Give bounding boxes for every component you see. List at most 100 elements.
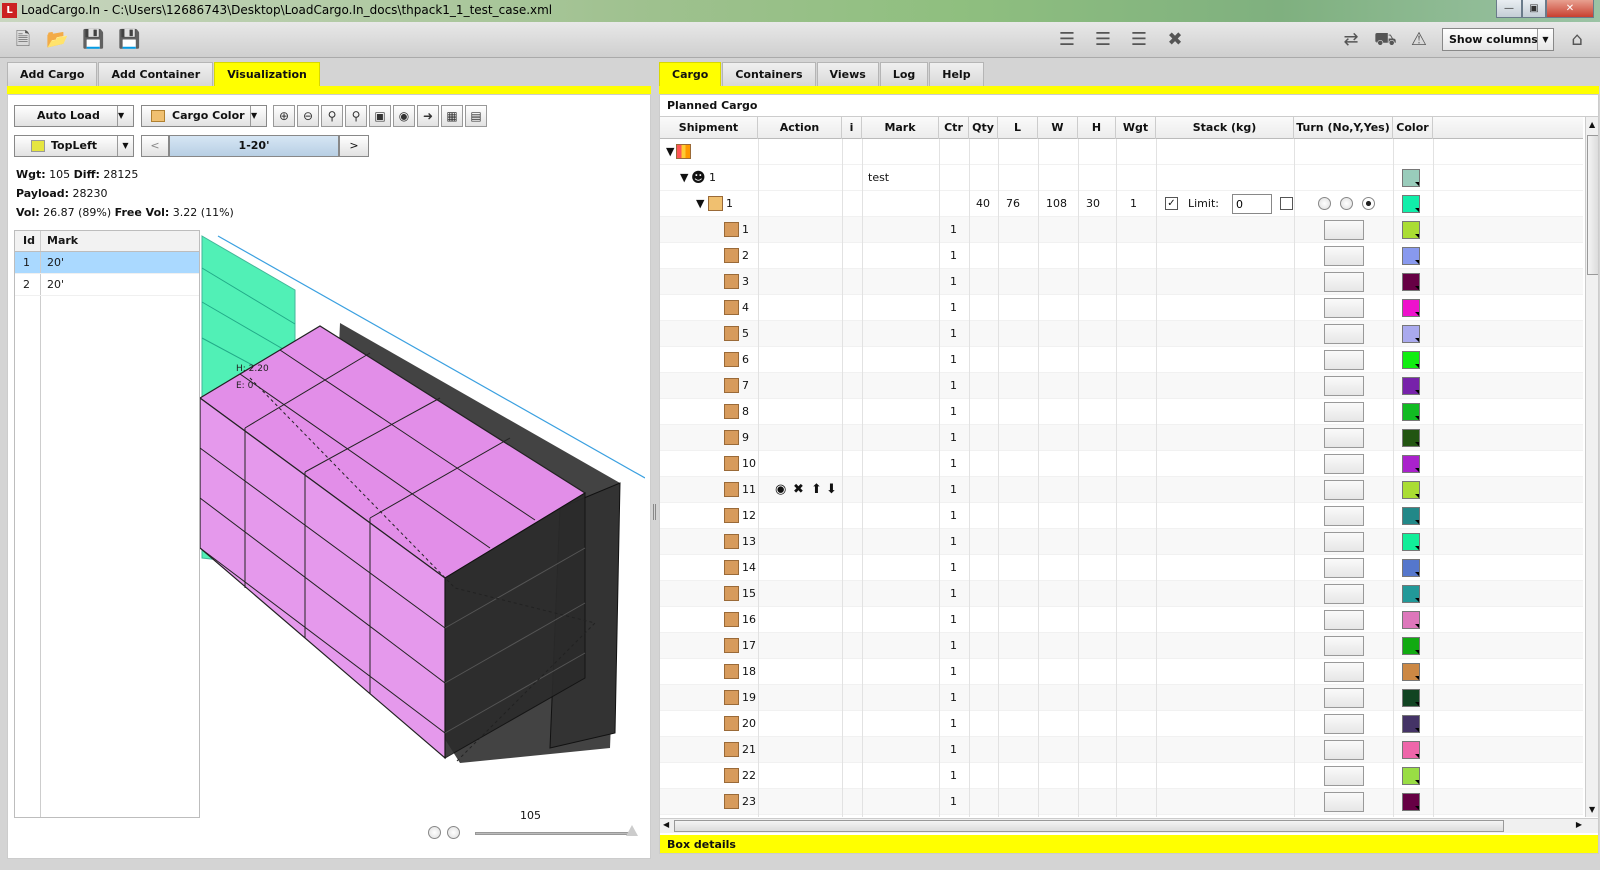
- table-row[interactable]: 16 1: [660, 607, 1583, 633]
- table-row[interactable]: 23 1: [660, 789, 1583, 815]
- tab-help[interactable]: Help: [929, 62, 984, 86]
- view-radio-2[interactable]: [447, 826, 460, 839]
- calculator-icon[interactable]: ▦: [441, 105, 463, 127]
- table-row[interactable]: 41: [660, 295, 1583, 321]
- table-row[interactable]: 10 1: [660, 451, 1583, 477]
- table-row[interactable]: 18 1: [660, 659, 1583, 685]
- turn-radio-y[interactable]: [1340, 197, 1353, 210]
- turn-button[interactable]: [1324, 610, 1364, 630]
- camera-icon[interactable]: ◉: [393, 105, 415, 127]
- turn-button[interactable]: [1324, 688, 1364, 708]
- slider-thumb[interactable]: [626, 825, 638, 836]
- header-w[interactable]: W: [1038, 117, 1078, 139]
- close-button[interactable]: ✕: [1546, 0, 1594, 18]
- auto-load-button[interactable]: Auto Load ▼: [14, 105, 134, 127]
- load-3d-view[interactable]: H: 2.20 E: 0: [190, 228, 645, 788]
- color-swatch[interactable]: [1402, 767, 1420, 785]
- turn-button[interactable]: [1324, 298, 1364, 318]
- next-container-button[interactable]: >: [339, 135, 369, 157]
- zoom-in-icon[interactable]: ⊕: [273, 105, 295, 127]
- table-row[interactable]: 71: [660, 373, 1583, 399]
- image-icon[interactable]: ▣: [369, 105, 391, 127]
- table-row[interactable]: 11 ◉ ✖ ⬆ ⬇ 1: [660, 477, 1583, 503]
- header-ctr[interactable]: Ctr: [939, 117, 969, 139]
- table-row[interactable]: 11: [660, 217, 1583, 243]
- color-swatch[interactable]: [1402, 221, 1420, 239]
- zoom-slider[interactable]: [475, 825, 638, 836]
- turn-button[interactable]: [1324, 740, 1364, 760]
- scroll-thumb[interactable]: [674, 820, 1504, 832]
- turn-button[interactable]: [1324, 376, 1364, 396]
- view-select[interactable]: TopLeft ▼: [14, 135, 134, 157]
- tab-visualization[interactable]: Visualization: [214, 62, 320, 86]
- tab-containers[interactable]: Containers: [722, 62, 816, 86]
- header-qty[interactable]: Qty: [969, 117, 998, 139]
- turn-button[interactable]: [1324, 792, 1364, 812]
- table-row[interactable]: ▼: [660, 139, 1583, 165]
- save-icon[interactable]: 💾: [82, 29, 104, 51]
- color-swatch[interactable]: [1402, 247, 1420, 265]
- box-details-bar[interactable]: Box details: [660, 835, 1598, 853]
- color-swatch[interactable]: [1402, 481, 1420, 499]
- minimize-button[interactable]: —: [1496, 0, 1522, 18]
- prev-container-button[interactable]: <: [141, 135, 169, 157]
- color-swatch[interactable]: [1402, 533, 1420, 551]
- table-row[interactable]: ▼ ☻ 1 test: [660, 165, 1583, 191]
- header-shipment[interactable]: Shipment: [660, 117, 758, 139]
- table-row[interactable]: 91: [660, 425, 1583, 451]
- color-swatch[interactable]: [1402, 299, 1420, 317]
- zoom-fit-icon[interactable]: ⚲: [321, 105, 343, 127]
- view-radio-1[interactable]: [428, 826, 441, 839]
- tab-add-cargo[interactable]: Add Cargo: [7, 62, 98, 86]
- color-swatch[interactable]: [1402, 403, 1420, 421]
- vertical-scrollbar[interactable]: ▲ ▼: [1585, 117, 1598, 817]
- tab-log[interactable]: Log: [879, 62, 929, 86]
- layout-icon[interactable]: ▤: [465, 105, 487, 127]
- color-swatch[interactable]: [1402, 611, 1420, 629]
- table-row[interactable]: ▼ 1 40 76 108 30 1 ✓ Limit:: [660, 191, 1583, 217]
- table-row[interactable]: 21 1: [660, 737, 1583, 763]
- map-pin-icon[interactable]: ⚲: [345, 105, 367, 127]
- scroll-left-icon[interactable]: ◀: [663, 820, 669, 829]
- table-row[interactable]: 15 1: [660, 581, 1583, 607]
- color-swatch[interactable]: [1402, 741, 1420, 759]
- color-swatch[interactable]: [1402, 195, 1420, 213]
- turn-button[interactable]: [1324, 324, 1364, 344]
- table-row[interactable]: 1 20': [15, 252, 199, 274]
- color-swatch[interactable]: [1402, 507, 1420, 525]
- truck-icon[interactable]: ⛟: [1374, 29, 1397, 51]
- color-swatch[interactable]: [1402, 377, 1420, 395]
- header-turn[interactable]: Turn (No,Y,Yes): [1294, 117, 1393, 139]
- maximize-button[interactable]: ▣: [1522, 0, 1546, 18]
- table-row[interactable]: 51: [660, 321, 1583, 347]
- show-columns-button[interactable]: Show columns ▼: [1442, 28, 1554, 51]
- cargo-color-button[interactable]: Cargo Color ▼: [141, 105, 267, 127]
- color-swatch[interactable]: [1402, 325, 1420, 343]
- table-row[interactable]: 13 1: [660, 529, 1583, 555]
- list-bullets-icon[interactable]: ☰: [1128, 29, 1150, 51]
- color-swatch[interactable]: [1402, 559, 1420, 577]
- color-swatch[interactable]: [1402, 429, 1420, 447]
- chevron-down-icon[interactable]: ▼: [117, 106, 133, 126]
- table-row[interactable]: 21: [660, 243, 1583, 269]
- chevron-down-icon[interactable]: ▼: [250, 106, 266, 126]
- zoom-out-icon[interactable]: ⊖: [297, 105, 319, 127]
- color-swatch[interactable]: [1402, 793, 1420, 811]
- list-detail-icon[interactable]: ☰: [1092, 29, 1114, 51]
- table-row[interactable]: 31: [660, 269, 1583, 295]
- color-swatch[interactable]: [1402, 585, 1420, 603]
- limit-checkbox[interactable]: [1280, 197, 1293, 210]
- turn-button[interactable]: [1324, 480, 1364, 500]
- scroll-thumb[interactable]: [1587, 135, 1598, 275]
- scroll-down-icon[interactable]: ▼: [1589, 805, 1595, 814]
- color-swatch[interactable]: [1402, 689, 1420, 707]
- turn-button[interactable]: [1324, 766, 1364, 786]
- tab-views[interactable]: Views: [816, 62, 879, 86]
- chevron-down-icon[interactable]: ▼: [1537, 29, 1553, 50]
- header-mark[interactable]: Mark: [862, 117, 939, 139]
- container-range[interactable]: 1-20': [169, 135, 339, 157]
- table-row[interactable]: 12 1: [660, 503, 1583, 529]
- color-swatch[interactable]: [1402, 351, 1420, 369]
- header-mark[interactable]: Mark: [47, 231, 78, 251]
- stack-checkbox[interactable]: ✓: [1165, 197, 1178, 210]
